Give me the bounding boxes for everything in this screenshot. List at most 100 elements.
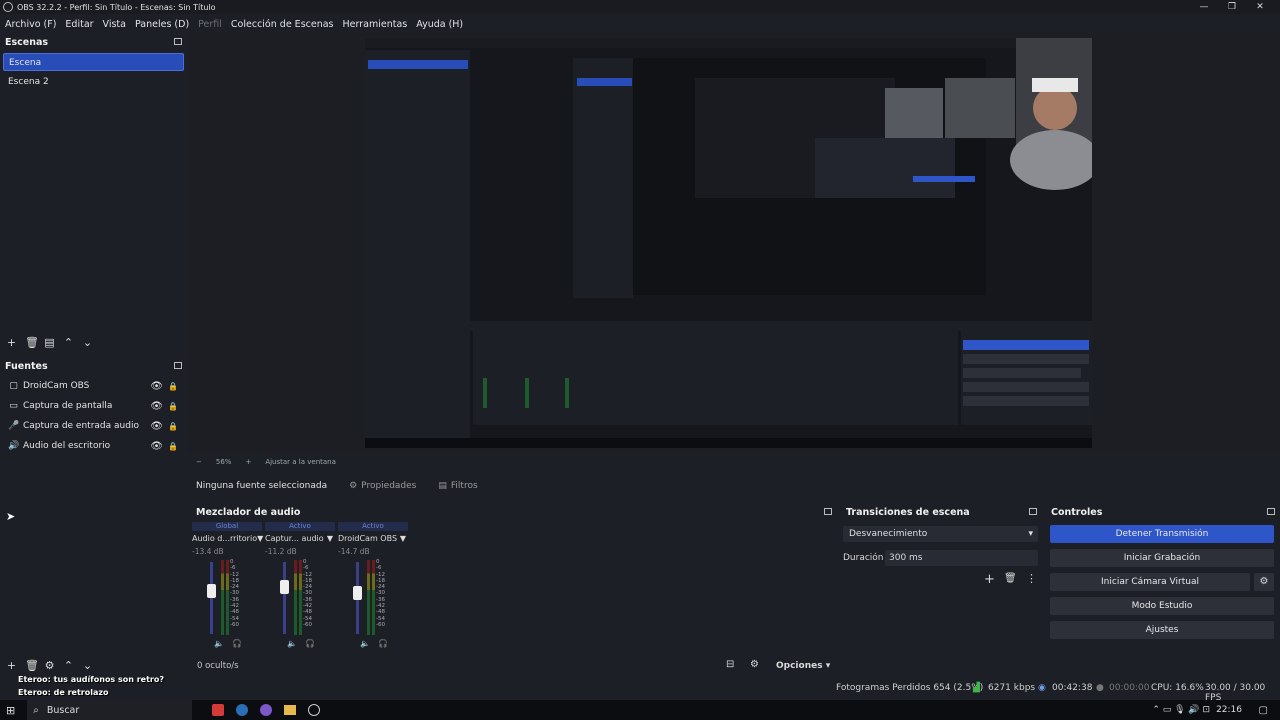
- stop-streaming-button[interactable]: Detener Transmisión: [1050, 525, 1274, 543]
- controls-title: Controles: [1046, 504, 1280, 520]
- maximize-button[interactable]: ❐: [1218, 0, 1246, 14]
- signal-icon: ▟: [973, 683, 980, 693]
- notifications-icon[interactable]: ▢: [1259, 705, 1268, 716]
- settings-button[interactable]: Ajustes: [1050, 621, 1274, 639]
- menu-editar[interactable]: Editar: [65, 19, 93, 30]
- trash-icon[interactable]: 🗑: [25, 659, 39, 672]
- obs-logo-icon: [3, 2, 13, 12]
- headphones-icon[interactable]: 🎧: [378, 639, 388, 648]
- stream-icon: ◉: [1038, 683, 1046, 693]
- gear-icon[interactable]: ⚙: [1254, 573, 1274, 591]
- move-down-icon[interactable]: ⌄: [82, 336, 93, 349]
- eye-icon[interactable]: 👁: [150, 441, 163, 452]
- move-up-icon[interactable]: ⌃: [63, 336, 74, 349]
- eye-icon[interactable]: 👁: [150, 381, 163, 392]
- scene-item-escena[interactable]: Escena: [3, 53, 184, 71]
- folder-icon[interactable]: [284, 705, 297, 715]
- properties-button[interactable]: ⚙ Propiedades: [349, 481, 416, 491]
- more-icon[interactable]: ⋮: [1026, 572, 1037, 585]
- record-icon: ●: [1096, 683, 1104, 693]
- lock-icon[interactable]: 🔒: [168, 442, 178, 451]
- preview-area[interactable]: [188, 33, 1280, 453]
- speaker-icon[interactable]: 🔈: [287, 639, 297, 648]
- options-button[interactable]: Opciones ▾: [776, 661, 830, 671]
- fit-window-select[interactable]: Ajustar a la ventana: [265, 458, 336, 466]
- menu-archivo[interactable]: Archivo (F): [5, 19, 56, 30]
- lock-icon[interactable]: 🔒: [168, 382, 178, 391]
- move-up-icon[interactable]: ⌃: [63, 659, 74, 672]
- float-dock-icon[interactable]: [174, 362, 182, 369]
- menu-coleccion[interactable]: Colección de Escenas: [231, 19, 334, 30]
- speaker-icon[interactable]: 🔈: [360, 639, 370, 648]
- sources-toolbar: + 🗑 ⚙ ⌃ ⌄: [6, 659, 93, 672]
- start-recording-button[interactable]: Iniciar Grabación: [1050, 549, 1274, 567]
- transitions-title: Transiciones de escena: [841, 504, 1042, 520]
- windows-start-icon[interactable]: ⊞: [6, 704, 15, 717]
- record-time: 00:00:00: [1109, 683, 1150, 693]
- trash-icon[interactable]: 🗑: [1004, 573, 1017, 584]
- taskbar-search[interactable]: ⌕ Buscar: [27, 700, 193, 720]
- no-source-label: Ninguna fuente seleccionada: [196, 481, 328, 491]
- zoom-in-icon[interactable]: +: [245, 458, 251, 466]
- minimize-button[interactable]: —: [1190, 0, 1218, 14]
- scenes-toolbar: + 🗑 ▤ ⌃ ⌄: [6, 336, 93, 349]
- gear-icon[interactable]: ⚙: [750, 659, 759, 670]
- mixer-channel[interactable]: Global Audio d...rritorio ▼ -13.4 dB 0 -6-…: [192, 522, 263, 648]
- float-dock-icon[interactable]: [1029, 508, 1037, 515]
- add-icon[interactable]: +: [6, 659, 17, 672]
- move-down-icon[interactable]: ⌄: [82, 659, 93, 672]
- eye-icon[interactable]: 👁: [150, 401, 163, 412]
- source-item[interactable]: ▭ Captura de pantalla 👁 🔒: [0, 396, 187, 416]
- lock-icon[interactable]: 🔒: [168, 402, 178, 411]
- volume-knob[interactable]: [280, 580, 289, 594]
- add-icon[interactable]: +: [984, 572, 995, 587]
- tray-icons[interactable]: ⌃ ▭ 🎙 🔊 ⊡: [1152, 705, 1210, 715]
- float-dock-icon[interactable]: [1267, 508, 1275, 515]
- source-item[interactable]: ▢ DroidCam OBS 👁 🔒: [0, 376, 187, 396]
- volume-slider[interactable]: [283, 562, 286, 634]
- app-icon[interactable]: [260, 704, 273, 716]
- float-dock-icon[interactable]: [824, 508, 832, 515]
- headphones-icon[interactable]: 🎧: [305, 639, 315, 648]
- menu-bar: Archivo (F) Editar Vista Paneles (D) Per…: [0, 15, 1280, 33]
- brave-icon[interactable]: [212, 704, 225, 716]
- transition-select[interactable]: Desvanecimiento ▾: [843, 526, 1038, 542]
- eye-icon[interactable]: 👁: [150, 421, 163, 432]
- menu-paneles[interactable]: Paneles (D): [135, 19, 189, 30]
- lock-icon[interactable]: 🔒: [168, 422, 178, 431]
- source-item[interactable]: 🎤 Captura de entrada audio 👁 🔒: [0, 416, 187, 436]
- menu-perfil[interactable]: Perfil: [198, 19, 222, 30]
- obs-taskbar-icon[interactable]: [308, 704, 321, 716]
- menu-herramientas[interactable]: Herramientas: [343, 19, 408, 30]
- add-icon[interactable]: +: [6, 336, 17, 349]
- meter-scale: 0 -6 -12 -18 -24 -30 -36 -42 -48 -54 -60: [303, 559, 312, 628]
- speaker-icon[interactable]: 🔈: [214, 639, 224, 648]
- layout-icon[interactable]: ⊟: [726, 659, 734, 670]
- close-button[interactable]: ✕: [1246, 0, 1274, 14]
- source-item[interactable]: 🔊 Audio del escritorio 👁 🔒: [0, 436, 187, 456]
- headphones-icon[interactable]: 🎧: [232, 639, 242, 648]
- filter-icon[interactable]: ▤: [44, 336, 55, 349]
- mixer-channel[interactable]: Activo Captur... audio ▼ -11.2 dB 0 -6 -12-…: [265, 522, 335, 648]
- menu-ayuda[interactable]: Ayuda (H): [416, 19, 463, 30]
- float-dock-icon[interactable]: [174, 38, 182, 45]
- start-virtual-camera-button[interactable]: Iniciar Cámara Virtual: [1050, 573, 1250, 591]
- duration-input[interactable]: 300 ms: [885, 550, 1038, 566]
- menu-vista[interactable]: Vista: [103, 19, 126, 30]
- channel-name: Captur... audio: [265, 534, 324, 543]
- studio-mode-button[interactable]: Modo Estudio: [1050, 597, 1274, 615]
- volume-knob[interactable]: [353, 586, 362, 600]
- preview-canvas[interactable]: [365, 38, 1092, 448]
- chevron-down-icon[interactable]: ▼: [257, 534, 263, 543]
- chevron-down-icon[interactable]: ▼: [400, 534, 406, 543]
- mixer-channel[interactable]: Activo DroidCam OBS ▼ -14.7 dB 0 -6 -12 -18-…: [338, 522, 408, 648]
- steam-icon[interactable]: [236, 704, 249, 716]
- volume-slider[interactable]: [210, 562, 213, 634]
- zoom-out-icon[interactable]: −: [196, 458, 202, 466]
- volume-knob[interactable]: [207, 584, 216, 598]
- chevron-down-icon[interactable]: ▼: [327, 534, 333, 543]
- filters-button[interactable]: ▤ Filtros: [438, 481, 477, 491]
- trash-icon[interactable]: 🗑: [25, 336, 39, 349]
- scene-item-escena-2[interactable]: Escena 2: [3, 73, 184, 91]
- gear-icon[interactable]: ⚙: [44, 659, 55, 672]
